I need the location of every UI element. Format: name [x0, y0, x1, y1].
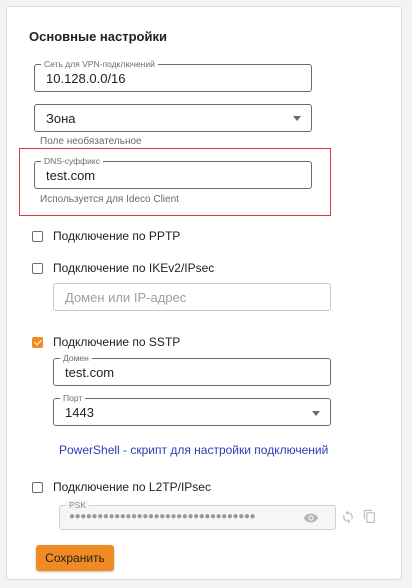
- sstp-domain-value: test.com: [65, 365, 115, 380]
- sstp-label[interactable]: Подключение по SSTP: [53, 335, 180, 349]
- zone-select[interactable]: Зона: [34, 104, 312, 132]
- ikev2-domain-placeholder: Домен или IP-адрес: [65, 290, 187, 305]
- sstp-port-label: Порт: [60, 393, 86, 403]
- powershell-script-link[interactable]: PowerShell - скрипт для настройки подклю…: [59, 443, 328, 457]
- chevron-down-icon: [293, 116, 301, 121]
- dns-suffix-helper-text: Используется для Ideco Client: [40, 194, 179, 205]
- sstp-domain-field[interactable]: Домен test.com: [53, 353, 331, 386]
- psk-masked-value: ●●●●●●●●●●●●●●●●●●●●●●●●●●●●●●●●●: [69, 511, 256, 522]
- eye-icon[interactable]: [303, 511, 319, 529]
- pptp-label[interactable]: Подключение по PPTP: [53, 229, 180, 243]
- dns-suffix-label: DNS-суффикс: [41, 156, 103, 166]
- dns-suffix-field[interactable]: DNS-суффикс test.com: [34, 156, 312, 189]
- zone-select-value: Зона: [46, 111, 76, 126]
- chevron-down-icon: [312, 411, 320, 416]
- sstp-port-value: 1443: [65, 405, 94, 420]
- vpn-network-field[interactable]: Сеть для VPN-подключений 10.128.0.0/16: [34, 59, 312, 92]
- psk-field[interactable]: PSK ●●●●●●●●●●●●●●●●●●●●●●●●●●●●●●●●●: [59, 500, 336, 530]
- l2tp-label[interactable]: Подключение по L2TP/IPsec: [53, 480, 211, 494]
- zone-helper-text: Поле необязательное: [40, 136, 142, 147]
- copy-icon[interactable]: [363, 509, 376, 529]
- ikev2-domain-input[interactable]: Домен или IP-адрес: [53, 283, 331, 311]
- vpn-network-value: 10.128.0.0/16: [46, 71, 126, 86]
- dns-suffix-value: test.com: [46, 168, 96, 183]
- refresh-icon[interactable]: [342, 510, 354, 529]
- save-button[interactable]: Сохранить: [36, 545, 114, 571]
- sstp-port-select[interactable]: Порт 1443: [53, 393, 331, 426]
- pptp-checkbox[interactable]: [32, 231, 43, 242]
- ikev2-label[interactable]: Подключение по IKEv2/IPsec: [53, 261, 214, 275]
- sstp-checkbox[interactable]: [32, 337, 43, 348]
- l2tp-checkbox[interactable]: [32, 482, 43, 493]
- section-title: Основные настройки: [29, 29, 167, 44]
- settings-card: Основные настройки Сеть для VPN-подключе…: [6, 6, 402, 580]
- ikev2-checkbox[interactable]: [32, 263, 43, 274]
- psk-label: PSK: [66, 500, 90, 510]
- vpn-network-label: Сеть для VPN-подключений: [41, 59, 158, 69]
- sstp-domain-label: Домен: [60, 353, 92, 363]
